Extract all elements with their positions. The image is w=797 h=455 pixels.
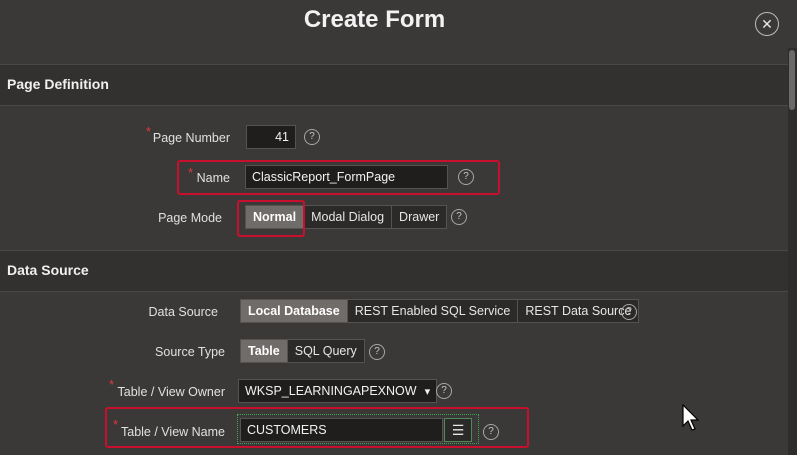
table-name-input[interactable] xyxy=(240,418,443,442)
list-icon[interactable]: ☰ xyxy=(444,418,472,442)
page-name-input[interactable] xyxy=(245,165,448,189)
dialog-title: Create Form xyxy=(303,6,446,33)
close-icon[interactable]: ✕ xyxy=(755,12,779,36)
data-source-label: Data Source xyxy=(148,305,218,319)
page-mode-modal-dialog[interactable]: Modal Dialog xyxy=(304,206,393,228)
help-icon[interactable]: ? xyxy=(369,344,385,360)
section-title: Page Definition xyxy=(7,76,109,92)
help-icon[interactable]: ? xyxy=(436,383,452,399)
data-source-rest-enabled-sql[interactable]: REST Enabled SQL Service xyxy=(348,300,519,322)
source-type-table[interactable]: Table xyxy=(241,340,288,362)
help-icon[interactable]: ? xyxy=(304,129,320,145)
section-title: Data Source xyxy=(7,262,89,278)
section-header-data-source: Data Source xyxy=(0,250,788,292)
table-owner-select[interactable]: WKSP_LEARNINGAPEXNOW ▾ xyxy=(238,379,438,403)
source-type-segmented: Table SQL Query xyxy=(240,339,365,363)
scrollbar[interactable] xyxy=(788,48,797,455)
page-mode-label: Page Mode xyxy=(158,211,222,225)
table-owner-label: Table / View Owner xyxy=(117,385,225,399)
scrollbar-thumb[interactable] xyxy=(789,50,795,110)
page-number-label: Page Number xyxy=(152,131,230,145)
help-icon[interactable]: ? xyxy=(621,304,637,320)
help-icon[interactable]: ? xyxy=(483,424,499,440)
source-type-sql-query[interactable]: SQL Query xyxy=(288,340,364,362)
page-number-input[interactable] xyxy=(246,125,296,149)
dialog-titlebar: Create Form ✕ xyxy=(0,0,797,48)
mouse-cursor-icon xyxy=(682,404,700,431)
highlight-box-page-mode xyxy=(237,200,305,237)
table-owner-value: WKSP_LEARNINGAPEXNOW xyxy=(245,384,417,398)
name-label: Name xyxy=(196,171,230,185)
help-icon[interactable]: ? xyxy=(458,169,474,185)
page-mode-drawer[interactable]: Drawer xyxy=(392,206,446,228)
table-name-label: Table / View Name xyxy=(121,425,225,439)
data-source-local-database[interactable]: Local Database xyxy=(241,300,348,322)
chevron-down-icon: ▾ xyxy=(424,386,431,398)
help-icon[interactable]: ? xyxy=(451,209,467,225)
source-type-label: Source Type xyxy=(155,345,225,359)
section-header-page-definition: Page Definition xyxy=(0,64,788,106)
data-source-segmented: Local Database REST Enabled SQL Service … xyxy=(240,299,640,323)
